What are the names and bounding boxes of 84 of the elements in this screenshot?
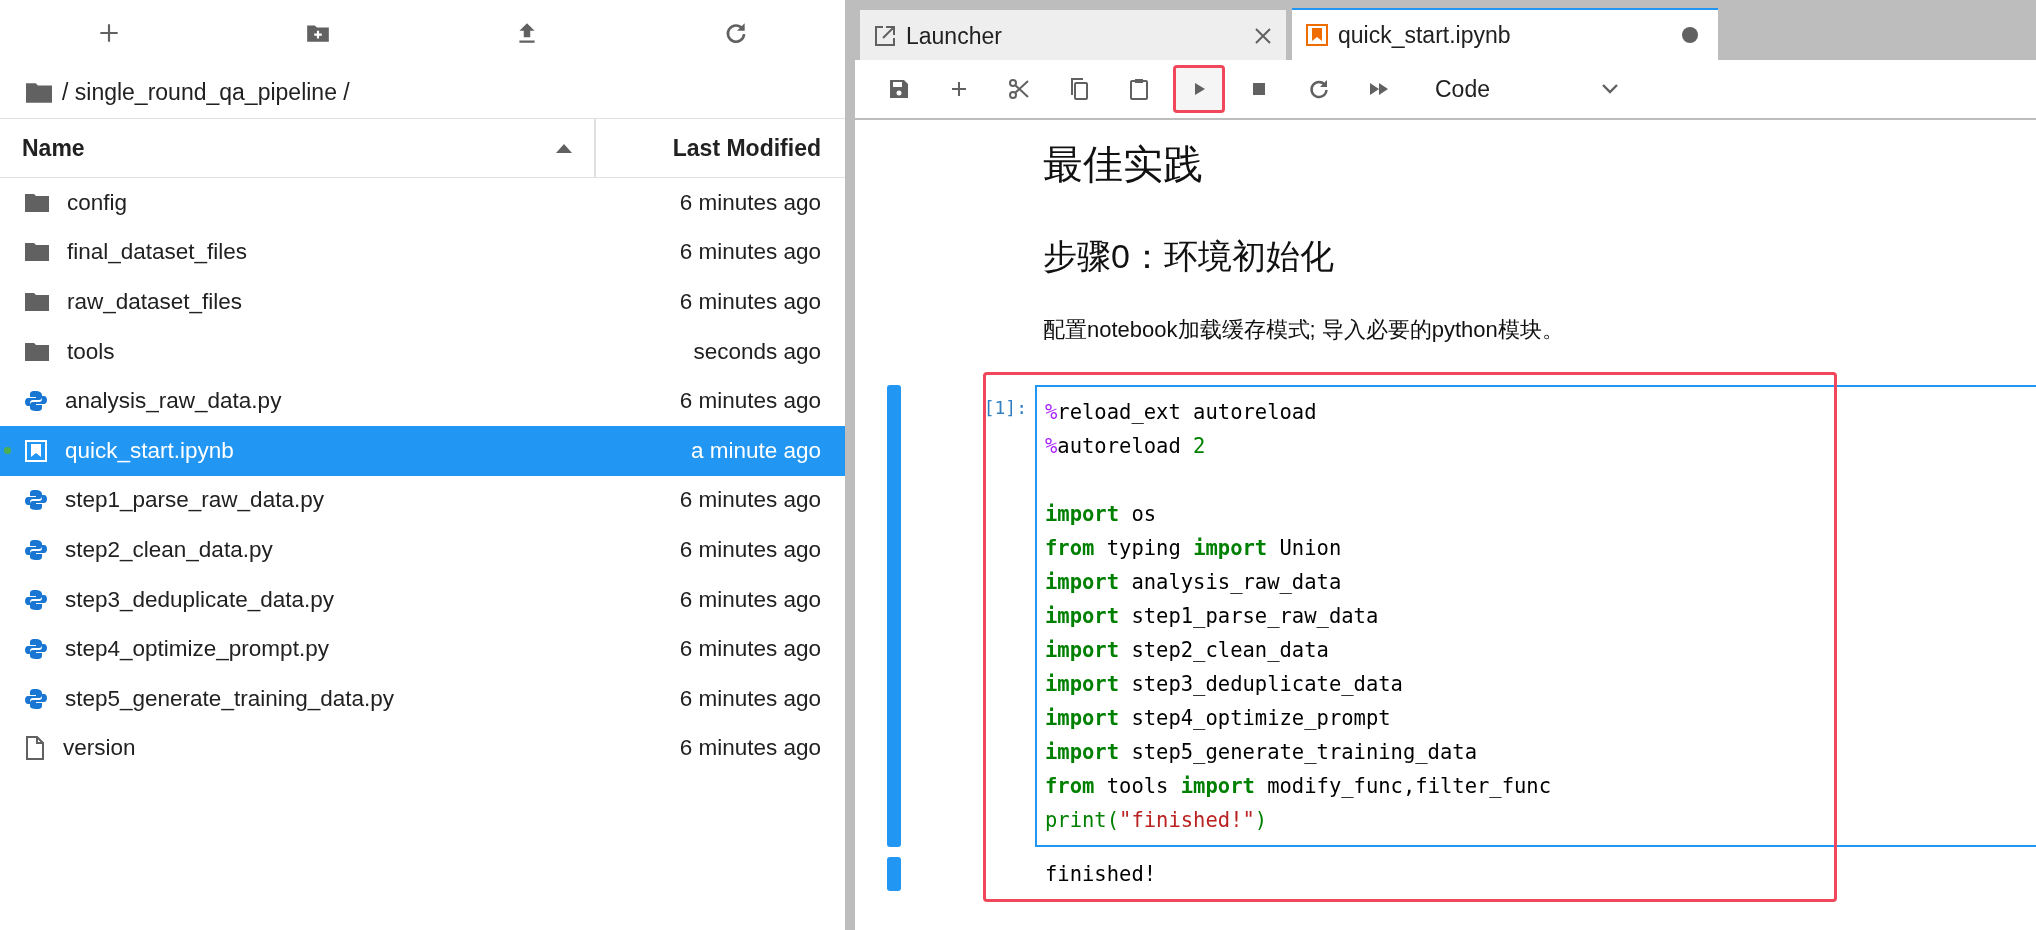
python-icon (25, 588, 47, 611)
unsaved-dot-icon[interactable] (1682, 27, 1698, 43)
notebook-heading: 最佳实践 (1043, 141, 1204, 188)
code-line: %reload_ext autoreload (1045, 399, 1318, 426)
launcher-icon (874, 25, 896, 47)
markdown-paragraph: 配置notebook加载缓存模式; 导入必要的python模块。 (1043, 316, 1565, 344)
modified-time: seconds ago (693, 338, 821, 365)
modified-time: 6 minutes ago (679, 289, 821, 315)
folder-icon (25, 242, 49, 263)
file-name: version (63, 735, 137, 762)
editor-tab[interactable]: quick_start.ipynb (1292, 8, 1718, 60)
modified-time: 6 minutes ago (679, 487, 821, 514)
code-line: print("finished!") (1045, 807, 1269, 834)
cell-output: finished! (1044, 861, 1158, 888)
file-row[interactable]: version 6 minutes ago (0, 723, 845, 774)
modified-time: 6 minutes ago (679, 685, 821, 712)
code-line: import step4_optimize_prompt (1045, 705, 1392, 732)
python-icon (25, 638, 47, 661)
cell-collapser-bar[interactable] (887, 385, 901, 847)
code-line: import step5_generate_training_data (1045, 739, 1478, 766)
notebook-icon (25, 439, 47, 462)
column-header[interactable]: Last Modified (596, 119, 845, 177)
folder-icon[interactable] (26, 81, 52, 103)
file-name: config (67, 189, 129, 216)
python-icon (25, 687, 47, 710)
code-line: from tools import modify_func,filter_func (1045, 773, 1553, 800)
file-row[interactable]: config 6 minutes ago (0, 178, 845, 228)
scissors-icon (1007, 77, 1031, 101)
code-line: import step2_clean_data (1045, 637, 1330, 664)
folder-icon (25, 292, 49, 312)
code-line: import step3_deduplicate_data (1045, 671, 1404, 698)
file-name: final_dataset_files (67, 239, 249, 266)
modified-time: 6 minutes ago (679, 586, 821, 613)
breadcrumb-path[interactable]: / single_round_qa_pipeline / (62, 78, 350, 106)
modified-time: 6 minutes ago (679, 636, 821, 663)
file-name: tools (67, 338, 116, 365)
modified-time: 6 minutes ago (679, 536, 821, 563)
python-icon (25, 390, 47, 413)
file-name: analysis_raw_data.py (65, 388, 283, 415)
file-row[interactable]: step3_deduplicate_data.py 6 minutes ago (0, 574, 845, 625)
file-row[interactable]: step5_generate_training_data.py 6 minutes ago (0, 673, 845, 724)
code-line: import analysis_raw_data (1045, 569, 1343, 596)
notebook-subheading: 步骤0：环境初始化 (1043, 236, 1335, 277)
tab-label: quick_start.ipynb (1338, 21, 1512, 49)
file-row[interactable]: step2_clean_data.py 6 minutes ago (0, 525, 845, 575)
code-editor[interactable] (1035, 385, 2036, 847)
modified-time: a minute ago (690, 437, 821, 464)
file-name: raw_dataset_files (67, 289, 244, 315)
tab-label: Launcher (906, 22, 1003, 50)
chevron-down-icon (1600, 82, 1620, 96)
file-row[interactable]: tools seconds ago (0, 326, 845, 377)
file-row[interactable]: raw_dataset_files 6 minutes ago (0, 277, 845, 327)
modified-time: 6 minutes ago (679, 239, 821, 266)
code-line: import os (1045, 501, 1158, 528)
save-icon (887, 77, 911, 101)
code-line: %autoreload 2 (1045, 433, 1207, 460)
file-name: step4_optimize_prompt.py (65, 636, 330, 663)
file-row[interactable]: step1_parse_raw_data.py 6 minutes ago (0, 475, 845, 526)
file-icon (25, 736, 45, 761)
code-line: from typing import Union (1045, 535, 1343, 562)
file-row[interactable]: analysis_raw_data.py 6 minutes ago (0, 376, 845, 426)
python-icon (25, 489, 47, 512)
clipboard-icon (1127, 77, 1151, 101)
file-name: step1_parse_raw_data.py (65, 487, 325, 514)
folder-icon (25, 341, 49, 362)
folder-icon (25, 192, 49, 213)
notebook-icon (1306, 24, 1328, 46)
execution-count: [1]: (982, 396, 1028, 420)
editor-tab[interactable]: Launcher (860, 10, 1286, 60)
column-header[interactable]: Name (0, 119, 596, 177)
code-line: import step1_parse_raw_data (1045, 603, 1380, 630)
file-row[interactable]: step4_optimize_prompt.py 6 minutes ago (0, 624, 845, 674)
close-icon[interactable] (1254, 27, 1272, 45)
modified-time: 6 minutes ago (679, 388, 821, 415)
file-name: step5_generate_training_data.py (65, 685, 395, 712)
cell-type-dropdown[interactable]: Code (1435, 75, 1620, 103)
file-row[interactable]: final_dataset_files 6 minutes ago (0, 227, 845, 278)
modified-time: 6 minutes ago (679, 735, 821, 762)
run-button[interactable] (1173, 65, 1225, 113)
file-name: quick_start.ipynb (65, 437, 235, 464)
file-name: step2_clean_data.py (65, 536, 274, 563)
python-icon (25, 538, 47, 561)
modified-time: 6 minutes ago (679, 189, 821, 216)
file-name: step3_deduplicate_data.py (65, 586, 335, 613)
